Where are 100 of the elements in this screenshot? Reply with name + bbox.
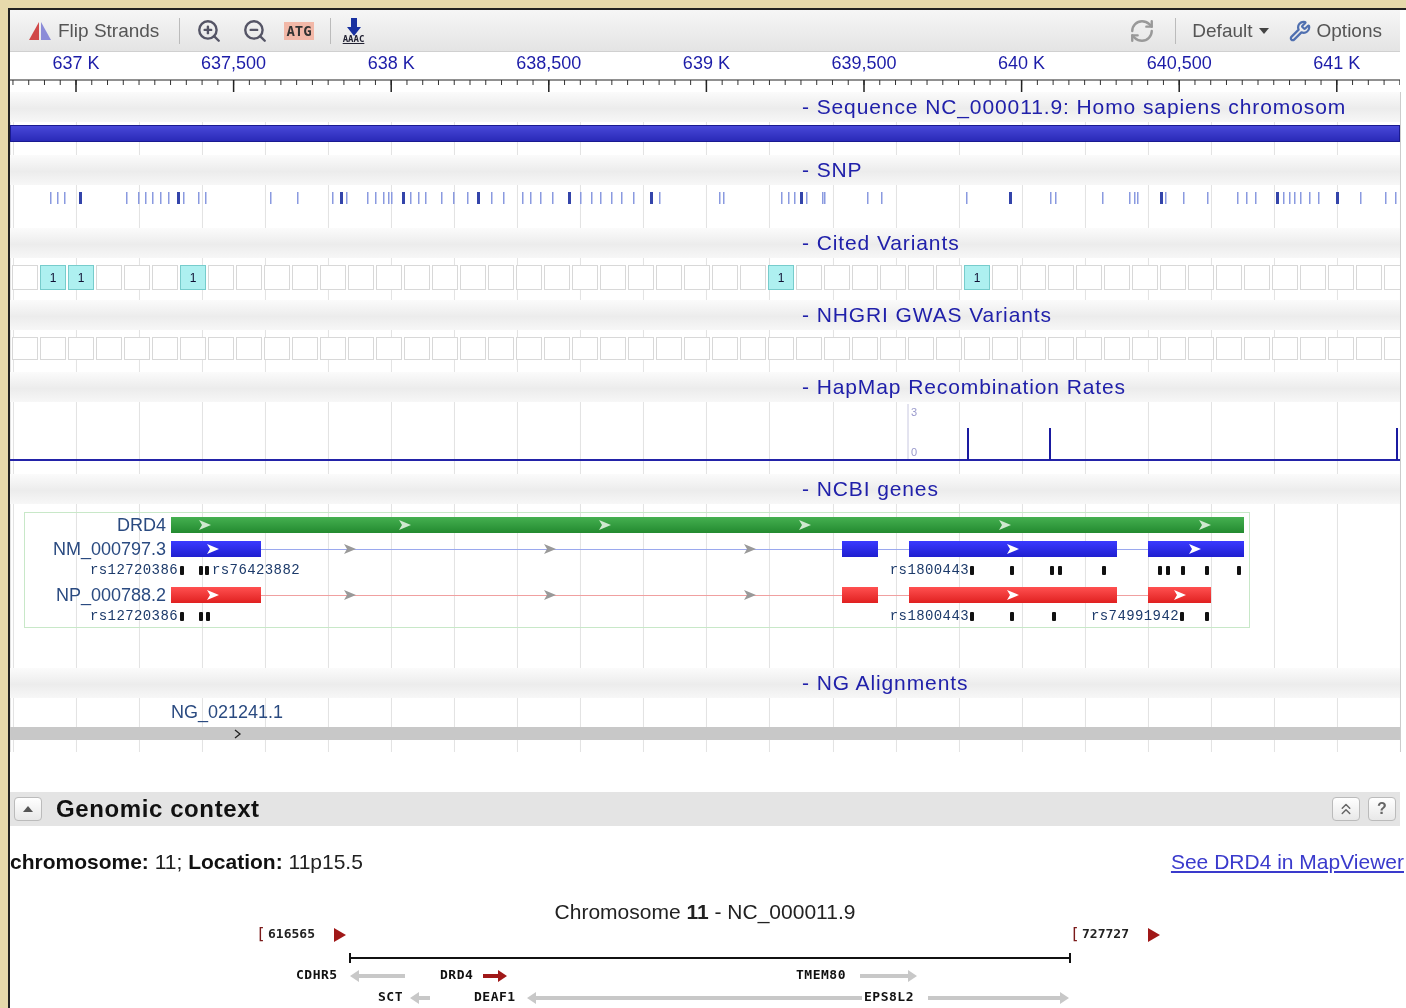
gene-label[interactable]: EPS8L2 <box>864 989 914 1004</box>
empty-bin <box>488 337 514 360</box>
gene-label[interactable]: TMEM80 <box>796 967 846 982</box>
snp-label[interactable]: rs12720386 <box>90 562 178 578</box>
snp-mark <box>1102 566 1106 575</box>
exon-bar[interactable] <box>1148 541 1244 557</box>
help-button[interactable]: ? <box>1368 797 1396 821</box>
location-text: chromosome: 11; Location: 11p15.5 <box>10 850 363 874</box>
track-title[interactable]: - Sequence NC_000011.9: Homo sapiens chromosom <box>802 95 1347 119</box>
snp-mark <box>180 566 184 575</box>
empty-bin <box>432 265 458 290</box>
preset-dropdown[interactable]: Default <box>1188 17 1273 44</box>
snp-label[interactable]: rs1800443 <box>889 608 969 624</box>
ruler-label: 639 K <box>682 53 730 74</box>
empty-bin <box>544 265 570 290</box>
snp-mark <box>1205 612 1209 621</box>
range-bracket: [ <box>256 924 266 943</box>
feature-label[interactable]: NM_000797.3 <box>52 539 166 559</box>
empty-bin <box>796 265 822 290</box>
empty-bin <box>348 265 374 290</box>
snp-label[interactable]: rs76423882 <box>212 562 300 578</box>
feature-label[interactable]: DRD4 <box>117 515 166 535</box>
empty-bin <box>488 265 514 290</box>
snp-mark <box>970 612 974 621</box>
scroll-top-button[interactable] <box>1332 797 1360 821</box>
exon-bar[interactable] <box>171 587 261 603</box>
map-title: Chromosome 11 - NC_000011.9 <box>553 900 857 924</box>
snp-label[interactable]: rs12720386 <box>90 608 178 624</box>
snp-mark <box>1010 566 1014 575</box>
empty-bin <box>628 337 654 360</box>
variant-count[interactable]: 1 <box>180 265 206 290</box>
track-title[interactable]: - SNP <box>802 158 863 182</box>
empty-bin <box>1328 265 1354 290</box>
empty-bin <box>152 337 178 360</box>
ruler-label: 638 K <box>367 53 415 74</box>
sequence-download-button[interactable]: AAAC <box>342 17 365 44</box>
empty-bin <box>404 265 430 290</box>
triangles-icon <box>28 20 52 41</box>
empty-bin <box>1216 337 1242 360</box>
exon-bar[interactable] <box>1148 587 1211 603</box>
track-title[interactable]: - NG Alignments <box>802 671 969 695</box>
track-title[interactable]: - NCBI genes <box>802 477 939 501</box>
snp-mark <box>1205 566 1209 575</box>
empty-bin <box>460 337 486 360</box>
play-icon[interactable] <box>1148 928 1160 942</box>
ruler-label: 639,500 <box>831 53 897 74</box>
empty-bin <box>404 337 430 360</box>
variant-count[interactable]: 1 <box>768 265 794 290</box>
empty-bin <box>236 265 262 290</box>
chevron-icon <box>343 589 357 601</box>
flip-strands-button[interactable]: Flip Strands <box>24 17 164 44</box>
empty-bin <box>208 265 234 290</box>
down-arrow-icon <box>346 17 361 36</box>
chevron-icon <box>1188 543 1202 555</box>
mapviewer-link[interactable]: See DRD4 in MapViewer <box>1170 850 1404 874</box>
empty-bin <box>628 265 654 290</box>
track-title[interactable]: - HapMap Recombination Rates <box>802 375 1126 399</box>
empty-bin <box>236 337 262 360</box>
translation-button[interactable]: ATG <box>284 21 314 40</box>
empty-bin <box>292 337 318 360</box>
empty-bin <box>656 337 682 360</box>
empty-bin <box>376 337 402 360</box>
empty-bin <box>908 265 934 290</box>
variant-count[interactable]: 1 <box>40 265 66 290</box>
variant-count[interactable]: 1 <box>964 265 990 290</box>
options-button[interactable]: Options <box>1284 17 1386 44</box>
empty-bin <box>1244 265 1270 290</box>
feature-label[interactable]: NP_000788.2 <box>55 585 166 605</box>
collapse-button[interactable] <box>14 797 42 821</box>
empty-bin <box>320 265 346 290</box>
chevron-icon <box>998 519 1012 531</box>
empty-bin <box>1356 337 1382 360</box>
empty-bin <box>768 337 794 360</box>
empty-bin <box>1048 337 1074 360</box>
chevron-icon <box>398 519 412 531</box>
empty-bin <box>124 337 150 360</box>
exon-bar[interactable] <box>171 541 261 557</box>
track-title[interactable]: - NHGRI GWAS Variants <box>802 303 1052 327</box>
gene-label[interactable]: DRD4 <box>440 967 474 982</box>
empty-bin <box>1272 265 1298 290</box>
gene-label[interactable]: CDHR5 <box>296 967 338 982</box>
play-icon[interactable] <box>334 928 346 942</box>
snp-label[interactable]: rs74991942 <box>1091 608 1179 624</box>
empty-bin <box>824 265 850 290</box>
gene-label[interactable]: DEAF1 <box>474 989 516 1004</box>
empty-bin <box>656 265 682 290</box>
empty-bin <box>740 265 766 290</box>
empty-bin <box>1160 265 1186 290</box>
empty-bin <box>152 265 178 290</box>
alignment-label[interactable]: NG_021241.1 <box>171 702 284 723</box>
empty-bin <box>712 337 738 360</box>
chevron-icon <box>206 543 220 555</box>
empty-bin <box>1104 337 1130 360</box>
range-value: 727727 <box>1082 926 1129 941</box>
variant-count[interactable]: 1 <box>68 265 94 290</box>
track-title[interactable]: - Cited Variants <box>802 231 960 255</box>
snp-label[interactable]: rs1800443 <box>889 562 969 578</box>
empty-bin <box>376 265 402 290</box>
gene-label[interactable]: SCT <box>378 989 403 1004</box>
empty-bin <box>292 265 318 290</box>
